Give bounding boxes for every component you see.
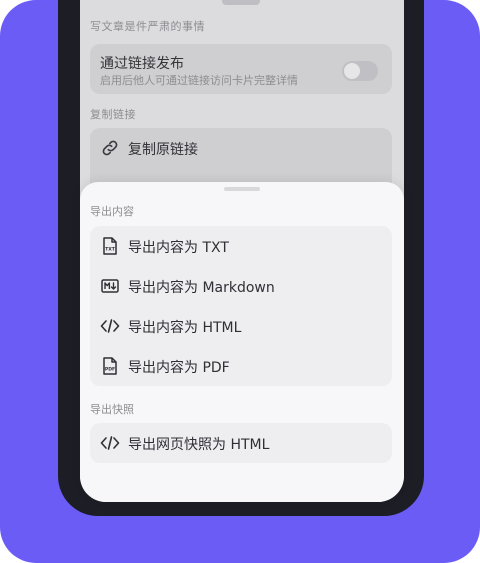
export-snapshot-html-item[interactable]: 导出网页快照为 HTML <box>90 424 392 462</box>
txt-file-icon: TXT <box>103 237 117 255</box>
export-markdown-label: 导出内容为 Markdown <box>128 280 275 296</box>
link-publish-toggle[interactable] <box>342 61 378 81</box>
export-snapshot-caption: 导出快照 <box>90 403 134 416</box>
export-bottom-sheet: 导出内容 TXT 导出内容为 TXT 导出内容为 Markdown 导出内容为 … <box>80 182 404 502</box>
export-snapshot-html-label: 导出网页快照为 HTML <box>128 437 270 453</box>
export-content-caption: 导出内容 <box>90 205 134 218</box>
export-txt-item[interactable]: TXT 导出内容为 TXT <box>90 227 392 265</box>
export-pdf-item[interactable]: PDF 导出内容为 PDF <box>90 347 392 385</box>
sheet-drag-handle[interactable] <box>224 187 260 191</box>
copy-original-link-row[interactable]: 复制原链接 <box>90 128 392 168</box>
svg-text:PDF: PDF <box>105 367 115 373</box>
code-icon <box>100 319 120 333</box>
svg-text:TXT: TXT <box>105 247 116 253</box>
section-caption-copy-link: 复制链接 <box>90 108 136 121</box>
export-pdf-label: 导出内容为 PDF <box>128 360 230 376</box>
copy-original-link-label: 复制原链接 <box>128 142 198 158</box>
link-publish-subtitle: 启用后他人可通过链接访问卡片完整详情 <box>100 74 298 87</box>
link-publish-title: 通过链接发布 <box>100 56 184 72</box>
export-content-group: TXT 导出内容为 TXT 导出内容为 Markdown 导出内容为 HTML … <box>90 226 392 386</box>
markdown-icon <box>101 279 119 293</box>
code-icon <box>100 436 120 450</box>
export-html-item[interactable]: 导出内容为 HTML <box>90 307 392 345</box>
export-html-label: 导出内容为 HTML <box>128 320 242 336</box>
export-snapshot-group: 导出网页快照为 HTML <box>90 423 392 463</box>
toggle-knob <box>344 63 360 79</box>
export-txt-label: 导出内容为 TXT <box>128 240 229 256</box>
section-caption-writing: 写文章是件严肃的事情 <box>90 20 205 33</box>
export-markdown-item[interactable]: 导出内容为 Markdown <box>90 267 392 305</box>
pdf-file-icon: PDF <box>103 357 117 375</box>
link-icon <box>102 140 118 156</box>
link-publish-row[interactable]: 通过链接发布 启用后他人可通过链接访问卡片完整详情 <box>90 44 392 94</box>
top-handle <box>222 0 260 5</box>
